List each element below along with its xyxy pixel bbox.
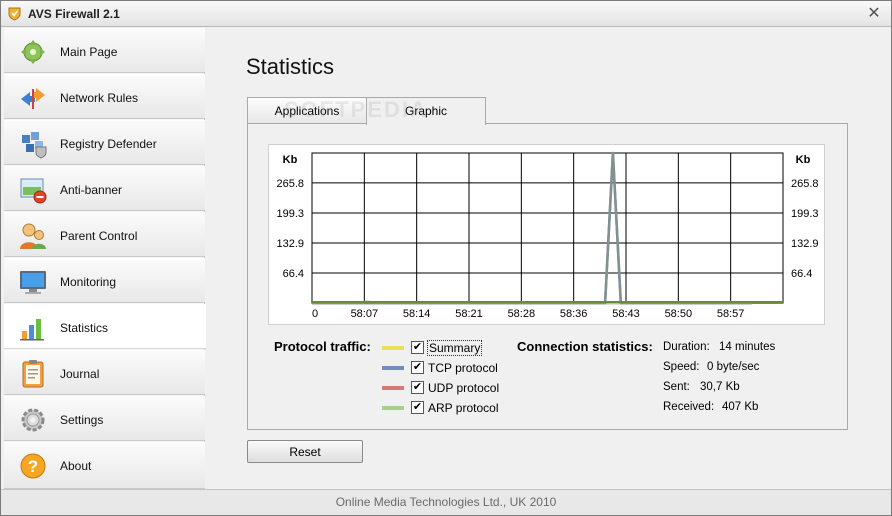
page-title: Statistics — [246, 54, 335, 79]
x-tick-label: 58:21 — [455, 308, 483, 320]
x-tick-label: 58:36 — [560, 308, 588, 320]
legend-swatch — [382, 366, 404, 370]
y-tick-label-right: 265.8 — [791, 178, 819, 190]
help-icon: ? — [20, 453, 46, 479]
legend-label: Summary — [426, 340, 483, 356]
y-tick-label-left: 66.4 — [283, 268, 304, 280]
y-tick-label-right: 132.9 — [791, 238, 819, 250]
close-button[interactable]: ✕ — [863, 4, 885, 24]
summary-checkbox[interactable]: ✔ — [411, 341, 424, 354]
sidebar-item-label: Statistics — [60, 321, 109, 335]
sidebar-item-anti-banner[interactable]: Anti-banner — [4, 166, 205, 211]
stat-label: Duration: — [663, 341, 710, 353]
legend-label: TCP protocol — [428, 361, 498, 375]
x-tick-label: 58:28 — [508, 308, 536, 320]
sidebar-item-statistics[interactable]: Statistics — [4, 304, 206, 349]
tab-graphic[interactable]: Graphic — [366, 97, 486, 125]
parent-control-icon — [20, 223, 46, 249]
x-tick-label: 0 — [312, 308, 318, 320]
registry-defender-icon — [22, 132, 47, 159]
sidebar-item-label: Monitoring — [60, 275, 117, 289]
legend-label: UDP protocol — [428, 381, 500, 395]
gear-icon — [21, 408, 45, 432]
sidebar-item-about[interactable]: ? About — [4, 442, 205, 489]
journal-icon — [22, 360, 44, 388]
graphic-tab-panel: 66.4 66.4 132.9 132.9 199.3 199.3 265.8 265.8 Kb… — [247, 123, 848, 430]
window-title: AVS Firewall 2.1 — [28, 7, 120, 21]
stat-label: Sent: — [663, 381, 690, 393]
x-tick-label: 58:50 — [665, 308, 693, 320]
y-tick-label-left: 265.8 — [276, 178, 304, 190]
y-axis-label-right: Kb — [796, 154, 811, 166]
x-tick-label: 58:57 — [717, 308, 745, 320]
traffic-chart: 66.4 66.4 132.9 132.9 199.3 199.3 265.8 265.8 Kb… — [268, 144, 825, 325]
tab-applications[interactable]: Applications — [247, 97, 367, 124]
tcp-checkbox[interactable]: ✔ — [411, 361, 424, 374]
y-tick-label-left: 199.3 — [276, 208, 304, 220]
title-bar: AVS Firewall 2.1 ✕ — [1, 1, 891, 27]
stat-label: Speed: — [663, 361, 700, 373]
sidebar: Main Page Network Rules Registry Defende… — [4, 28, 206, 489]
y-tick-label-left: 132.9 — [276, 238, 304, 250]
legend-label: ARP protocol — [428, 401, 499, 415]
anti-banner-icon — [20, 178, 47, 204]
sidebar-item-network-rules[interactable]: Network Rules — [4, 74, 205, 119]
app-window: AVS Firewall 2.1 ✕ Main Page Network Rul… — [0, 0, 892, 516]
protocol-traffic-title: Protocol traffic: — [274, 339, 371, 354]
connection-statistics-title: Connection statistics: — [517, 339, 653, 354]
sidebar-item-label: Main Page — [60, 45, 118, 59]
main-panel: Statistics Applications Graphic SOFTPEDI… — [206, 28, 891, 489]
series-line-combined — [312, 151, 752, 305]
close-icon: ✕ — [867, 5, 881, 22]
legend-item-tcp: ✔ TCP protocol — [382, 360, 502, 376]
statistics-icon — [20, 319, 44, 341]
x-tick-label: 58:14 — [403, 308, 431, 320]
sidebar-item-label: Anti-banner — [60, 183, 123, 197]
plot-border — [311, 152, 784, 304]
legend-item-arp: ✔ ARP protocol — [382, 400, 502, 416]
sidebar-item-label: Parent Control — [60, 229, 138, 243]
sidebar-item-registry-defender[interactable]: Registry Defender — [4, 120, 205, 165]
main-page-icon — [21, 40, 45, 64]
stat-label: Received: — [663, 401, 715, 413]
udp-checkbox[interactable]: ✔ — [411, 381, 424, 394]
series-line-summary — [312, 152, 752, 304]
series-line-tcp-protocol — [312, 151, 752, 305]
svg-text:?: ? — [28, 457, 38, 476]
sidebar-item-main-page[interactable]: Main Page — [4, 28, 205, 73]
sidebar-item-label: Registry Defender — [60, 137, 157, 151]
arp-checkbox[interactable]: ✔ — [411, 401, 424, 414]
sidebar-item-label: Journal — [60, 367, 100, 381]
sidebar-item-label: Settings — [60, 413, 104, 427]
y-axis-label-left: Kb — [283, 154, 298, 166]
sidebar-item-label: About — [60, 459, 92, 473]
stat-value: 14 minutes — [719, 341, 776, 353]
sidebar-item-label: Network Rules — [60, 91, 139, 105]
stat-value: 407 Kb — [722, 401, 759, 413]
status-bar: Online Media Technologies Ltd., UK 2010 — [1, 489, 891, 515]
x-tick-label: 58:43 — [612, 308, 640, 320]
legend-swatch — [382, 346, 404, 350]
y-tick-label-right: 66.4 — [791, 268, 812, 280]
reset-button[interactable]: Reset — [247, 440, 363, 463]
sidebar-item-parent-control[interactable]: Parent Control — [4, 212, 205, 257]
x-tick-label: 58:07 — [351, 308, 379, 320]
monitoring-icon — [20, 271, 46, 294]
stat-value: 30,7 Kb — [700, 381, 740, 393]
legend-item-udp: ✔ UDP protocol — [382, 380, 502, 396]
sidebar-item-settings[interactable]: Settings — [4, 396, 205, 441]
legend-swatch — [382, 406, 404, 410]
stat-value: 0 byte/sec — [707, 361, 760, 373]
sidebar-item-monitoring[interactable]: Monitoring — [4, 258, 205, 303]
legend-item-summary: ✔ Summary — [382, 340, 502, 356]
legend-swatch — [382, 386, 404, 390]
y-tick-label-right: 199.3 — [791, 208, 819, 220]
shield-icon — [8, 7, 21, 21]
sidebar-item-journal[interactable]: Journal — [4, 350, 205, 395]
traffic-chart-svg: 66.4 66.4 132.9 132.9 199.3 199.3 265.8 265.8 Kb… — [276, 151, 819, 320]
network-rules-icon — [21, 88, 45, 109]
